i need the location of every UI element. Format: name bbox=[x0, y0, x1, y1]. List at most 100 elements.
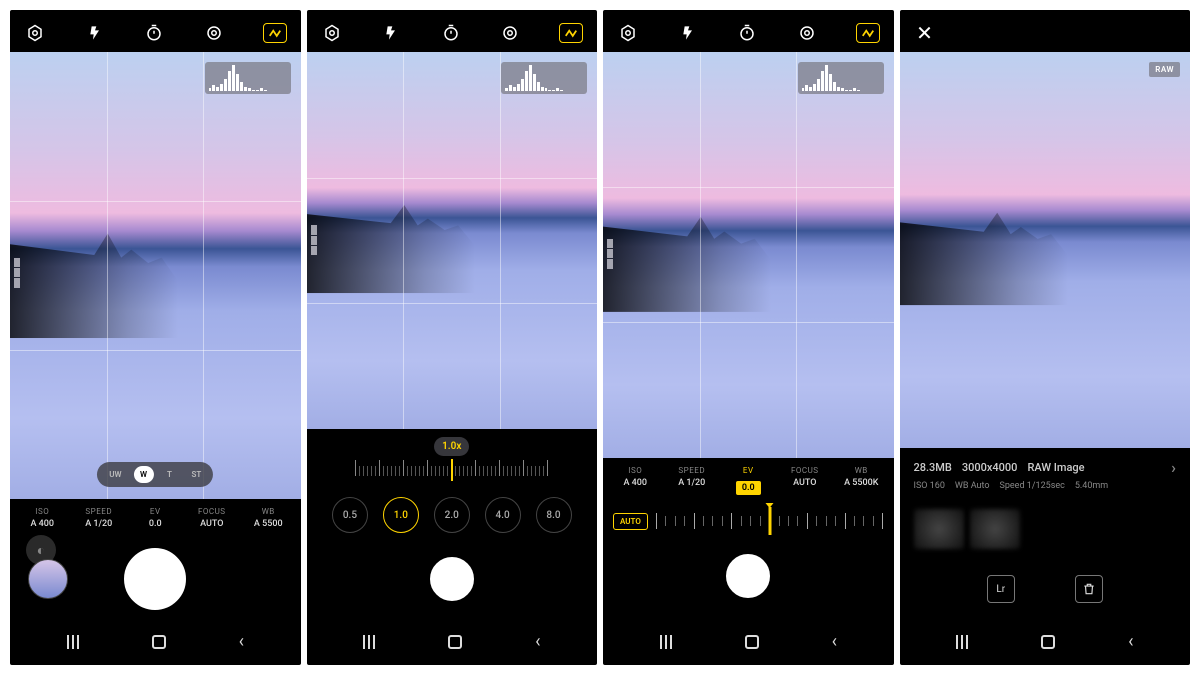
raw-toggle-icon[interactable] bbox=[856, 23, 880, 43]
grid-line bbox=[107, 52, 108, 499]
lens-w[interactable]: W bbox=[133, 466, 153, 483]
nav-back[interactable]: ‹ bbox=[535, 633, 540, 651]
captured-image[interactable]: RAW bbox=[900, 52, 1191, 448]
param-row: ISO A 400 SPEED A 1/20 EV 0.0 FOCUS AUTO… bbox=[603, 458, 894, 499]
scene-pier bbox=[603, 190, 771, 312]
viewfinder[interactable] bbox=[603, 52, 894, 458]
delete-button[interactable] bbox=[1075, 575, 1103, 603]
param-speed[interactable]: SPEED A 1/20 bbox=[664, 466, 721, 495]
shutter-button[interactable] bbox=[430, 557, 474, 601]
nav-home[interactable] bbox=[448, 635, 462, 649]
timer-icon[interactable] bbox=[736, 22, 758, 44]
settings-icon[interactable] bbox=[321, 22, 343, 44]
viewfinder[interactable] bbox=[307, 52, 598, 429]
param-wb[interactable]: WB A 5500K bbox=[833, 466, 890, 495]
level-indicator bbox=[311, 225, 321, 255]
scene-pier bbox=[900, 187, 1068, 306]
review-dimensions: 3000x4000 bbox=[962, 461, 1018, 474]
aspect-ratio-icon[interactable] bbox=[796, 22, 818, 44]
close-icon[interactable]: ✕ bbox=[914, 22, 936, 44]
filmstrip-thumb[interactable] bbox=[970, 509, 1020, 549]
pro-controls: ◐ ISO A 400 SPEED A 1/20 EV 0.0 FOCUS AU… bbox=[10, 499, 301, 621]
nav-home[interactable] bbox=[152, 635, 166, 649]
timer-icon[interactable] bbox=[440, 22, 462, 44]
flash-icon[interactable] bbox=[84, 22, 106, 44]
zoom-ticks[interactable] bbox=[307, 458, 598, 476]
review-filmstrip[interactable] bbox=[900, 497, 1191, 561]
shutter-row bbox=[307, 533, 598, 621]
zoom-ruler[interactable]: 1.0x bbox=[307, 437, 598, 487]
timer-icon[interactable] bbox=[143, 22, 165, 44]
ev-indicator bbox=[768, 507, 771, 535]
filmstrip-thumb[interactable] bbox=[914, 509, 964, 549]
android-navbar: ‹ bbox=[10, 621, 301, 665]
lightroom-button[interactable]: Lr bbox=[987, 575, 1015, 603]
zoom-preset[interactable]: 1.0 bbox=[383, 497, 419, 533]
aspect-ratio-icon[interactable] bbox=[203, 22, 225, 44]
settings-icon[interactable] bbox=[617, 22, 639, 44]
lens-picker[interactable]: UW W T ST bbox=[97, 462, 213, 487]
nav-back[interactable]: ‹ bbox=[832, 633, 837, 651]
ev-auto-chip[interactable]: AUTO bbox=[613, 513, 648, 530]
level-indicator bbox=[607, 239, 617, 269]
top-toolbar: ✕ bbox=[900, 10, 1191, 52]
zoom-preset[interactable]: 2.0 bbox=[434, 497, 470, 533]
ev-ruler[interactable]: AUTO bbox=[603, 499, 894, 533]
review-metadata[interactable]: 28.3MB 3000x4000 RAW Image › ISO 160 WB … bbox=[900, 448, 1191, 497]
raw-toggle-icon[interactable] bbox=[263, 23, 287, 43]
param-speed[interactable]: SPEED A 1/20 bbox=[71, 507, 128, 529]
nav-back[interactable]: ‹ bbox=[1128, 633, 1133, 651]
raw-toggle-icon[interactable] bbox=[559, 23, 583, 43]
review-focal: 5.40mm bbox=[1075, 481, 1108, 491]
zoom-preset[interactable]: 4.0 bbox=[485, 497, 521, 533]
camera-screen-ev: ISO A 400 SPEED A 1/20 EV 0.0 FOCUS AUTO… bbox=[603, 10, 894, 665]
flash-icon[interactable] bbox=[677, 22, 699, 44]
review-panel: 28.3MB 3000x4000 RAW Image › ISO 160 WB … bbox=[900, 448, 1191, 621]
review-speed: Speed 1/125sec bbox=[1000, 481, 1065, 491]
review-actions: Lr bbox=[900, 561, 1191, 621]
shutter-button[interactable] bbox=[726, 554, 770, 598]
review-iso: ISO 160 bbox=[914, 481, 945, 491]
camera-screen-pro-default: UW W T ST ◐ ISO A 400 SPEED A 1/20 EV 0.… bbox=[10, 10, 301, 665]
param-iso[interactable]: ISO A 400 bbox=[14, 507, 71, 529]
param-focus[interactable]: FOCUS AUTO bbox=[184, 507, 241, 529]
lens-st[interactable]: ST bbox=[185, 466, 207, 483]
histogram bbox=[205, 62, 291, 94]
nav-home[interactable] bbox=[745, 635, 759, 649]
zoom-preset[interactable]: 0.5 bbox=[332, 497, 368, 533]
aspect-ratio-icon[interactable] bbox=[499, 22, 521, 44]
param-focus[interactable]: FOCUS AUTO bbox=[777, 466, 834, 495]
param-wb[interactable]: WB A 5500 bbox=[240, 507, 297, 529]
zoom-presets: 0.5 1.0 2.0 4.0 8.0 bbox=[307, 487, 598, 533]
android-navbar: ‹ bbox=[603, 621, 894, 665]
zoom-preset[interactable]: 8.0 bbox=[536, 497, 572, 533]
ev-ticks[interactable] bbox=[656, 509, 884, 533]
chevron-right-icon[interactable]: › bbox=[1171, 458, 1176, 477]
nav-recents[interactable] bbox=[956, 635, 968, 649]
raw-badge: RAW bbox=[1149, 62, 1180, 77]
param-ev[interactable]: EV 0.0 bbox=[720, 466, 777, 495]
zoom-controls: 1.0x 0.5 1.0 2.0 4.0 8.0 bbox=[307, 429, 598, 621]
review-filesize: 28.3MB bbox=[914, 461, 952, 474]
shutter-button[interactable] bbox=[124, 548, 186, 610]
flash-icon[interactable] bbox=[380, 22, 402, 44]
ev-controls: ISO A 400 SPEED A 1/20 EV 0.0 FOCUS AUTO… bbox=[603, 458, 894, 621]
top-toolbar bbox=[10, 10, 301, 52]
lens-t[interactable]: T bbox=[159, 466, 179, 483]
nav-home[interactable] bbox=[1041, 635, 1055, 649]
lens-uw[interactable]: UW bbox=[103, 466, 127, 483]
grid-line bbox=[10, 350, 301, 351]
param-iso[interactable]: ISO A 400 bbox=[607, 466, 664, 495]
nav-recents[interactable] bbox=[363, 635, 375, 649]
nav-recents[interactable] bbox=[660, 635, 672, 649]
image-review-screen: ✕ RAW 28.3MB 3000x4000 RAW Image › ISO 1… bbox=[900, 10, 1191, 665]
gallery-thumbnail[interactable] bbox=[28, 559, 68, 599]
nav-recents[interactable] bbox=[67, 635, 79, 649]
viewfinder[interactable]: UW W T ST bbox=[10, 52, 301, 499]
grid-line bbox=[10, 201, 301, 202]
top-toolbar bbox=[603, 10, 894, 52]
settings-icon[interactable] bbox=[24, 22, 46, 44]
param-ev[interactable]: EV 0.0 bbox=[127, 507, 184, 529]
review-wb: WB Auto bbox=[955, 481, 990, 491]
nav-back[interactable]: ‹ bbox=[239, 633, 244, 651]
